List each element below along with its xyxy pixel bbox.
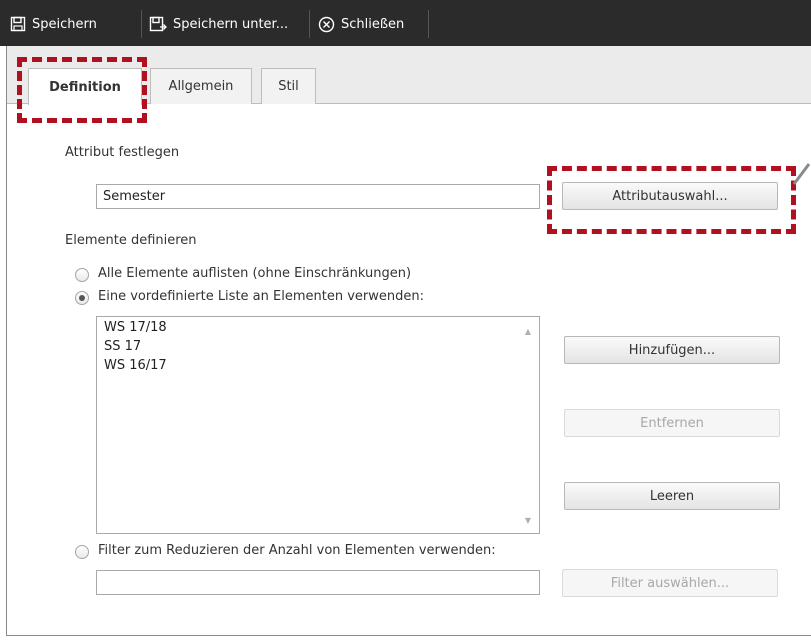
tab-allgemein[interactable]: Allgemein xyxy=(150,68,252,104)
radio-predefined-list-label: Eine vordefinierte Liste an Elementen ve… xyxy=(98,289,424,304)
radio-filter[interactable] xyxy=(75,545,89,559)
save-label: Speichern xyxy=(32,16,97,32)
filter-input[interactable] xyxy=(96,570,540,595)
radio-all-elements[interactable] xyxy=(75,268,89,282)
list-item[interactable]: SS 17 xyxy=(104,339,141,354)
save-as-icon xyxy=(149,16,167,32)
save-button[interactable]: Speichern xyxy=(10,12,97,36)
tab-definition[interactable]: Definition xyxy=(28,68,142,105)
remove-button[interactable]: Entfernen xyxy=(564,409,780,437)
save-icon xyxy=(10,16,26,32)
toolbar-separator xyxy=(309,10,310,38)
toolbar-separator xyxy=(428,10,429,38)
scroll-down-arrow-icon[interactable]: ▼ xyxy=(525,516,531,525)
save-as-button[interactable]: Speichern unter... xyxy=(149,12,288,36)
close-label: Schließen xyxy=(341,16,405,32)
toolbar-separator xyxy=(141,10,142,38)
radio-predefined-list[interactable] xyxy=(75,291,89,305)
close-button[interactable]: Schließen xyxy=(318,12,404,36)
tab-stil[interactable]: Stil xyxy=(261,68,316,104)
radio-filter-label: Filter zum Reduzieren der Anzahl von Ele… xyxy=(98,543,496,558)
attribute-heading: Attribut festlegen xyxy=(65,145,180,160)
toolbar: Speichern Speichern unter... Schließen xyxy=(0,0,811,46)
elements-listbox[interactable]: WS 17/18 SS 17 WS 16/17 ▲ ▼ xyxy=(96,316,540,534)
attribute-input[interactable]: Semester xyxy=(96,184,540,209)
close-circle-icon xyxy=(318,16,335,32)
callout-arrow-icon xyxy=(792,163,811,185)
elements-heading: Elemente definieren xyxy=(65,233,197,248)
list-item[interactable]: WS 16/17 xyxy=(104,358,167,373)
attribute-select-button[interactable]: Attributauswahl... xyxy=(562,182,778,210)
list-item[interactable]: WS 17/18 xyxy=(104,320,167,335)
filter-select-button[interactable]: Filter auswählen... xyxy=(562,569,778,597)
clear-button[interactable]: Leeren xyxy=(564,482,780,510)
scroll-up-arrow-icon[interactable]: ▲ xyxy=(525,327,531,336)
radio-all-elements-label: Alle Elemente auflisten (ohne Einschränk… xyxy=(98,266,412,281)
add-button[interactable]: Hinzufügen... xyxy=(564,336,780,364)
save-as-label: Speichern unter... xyxy=(173,16,289,32)
